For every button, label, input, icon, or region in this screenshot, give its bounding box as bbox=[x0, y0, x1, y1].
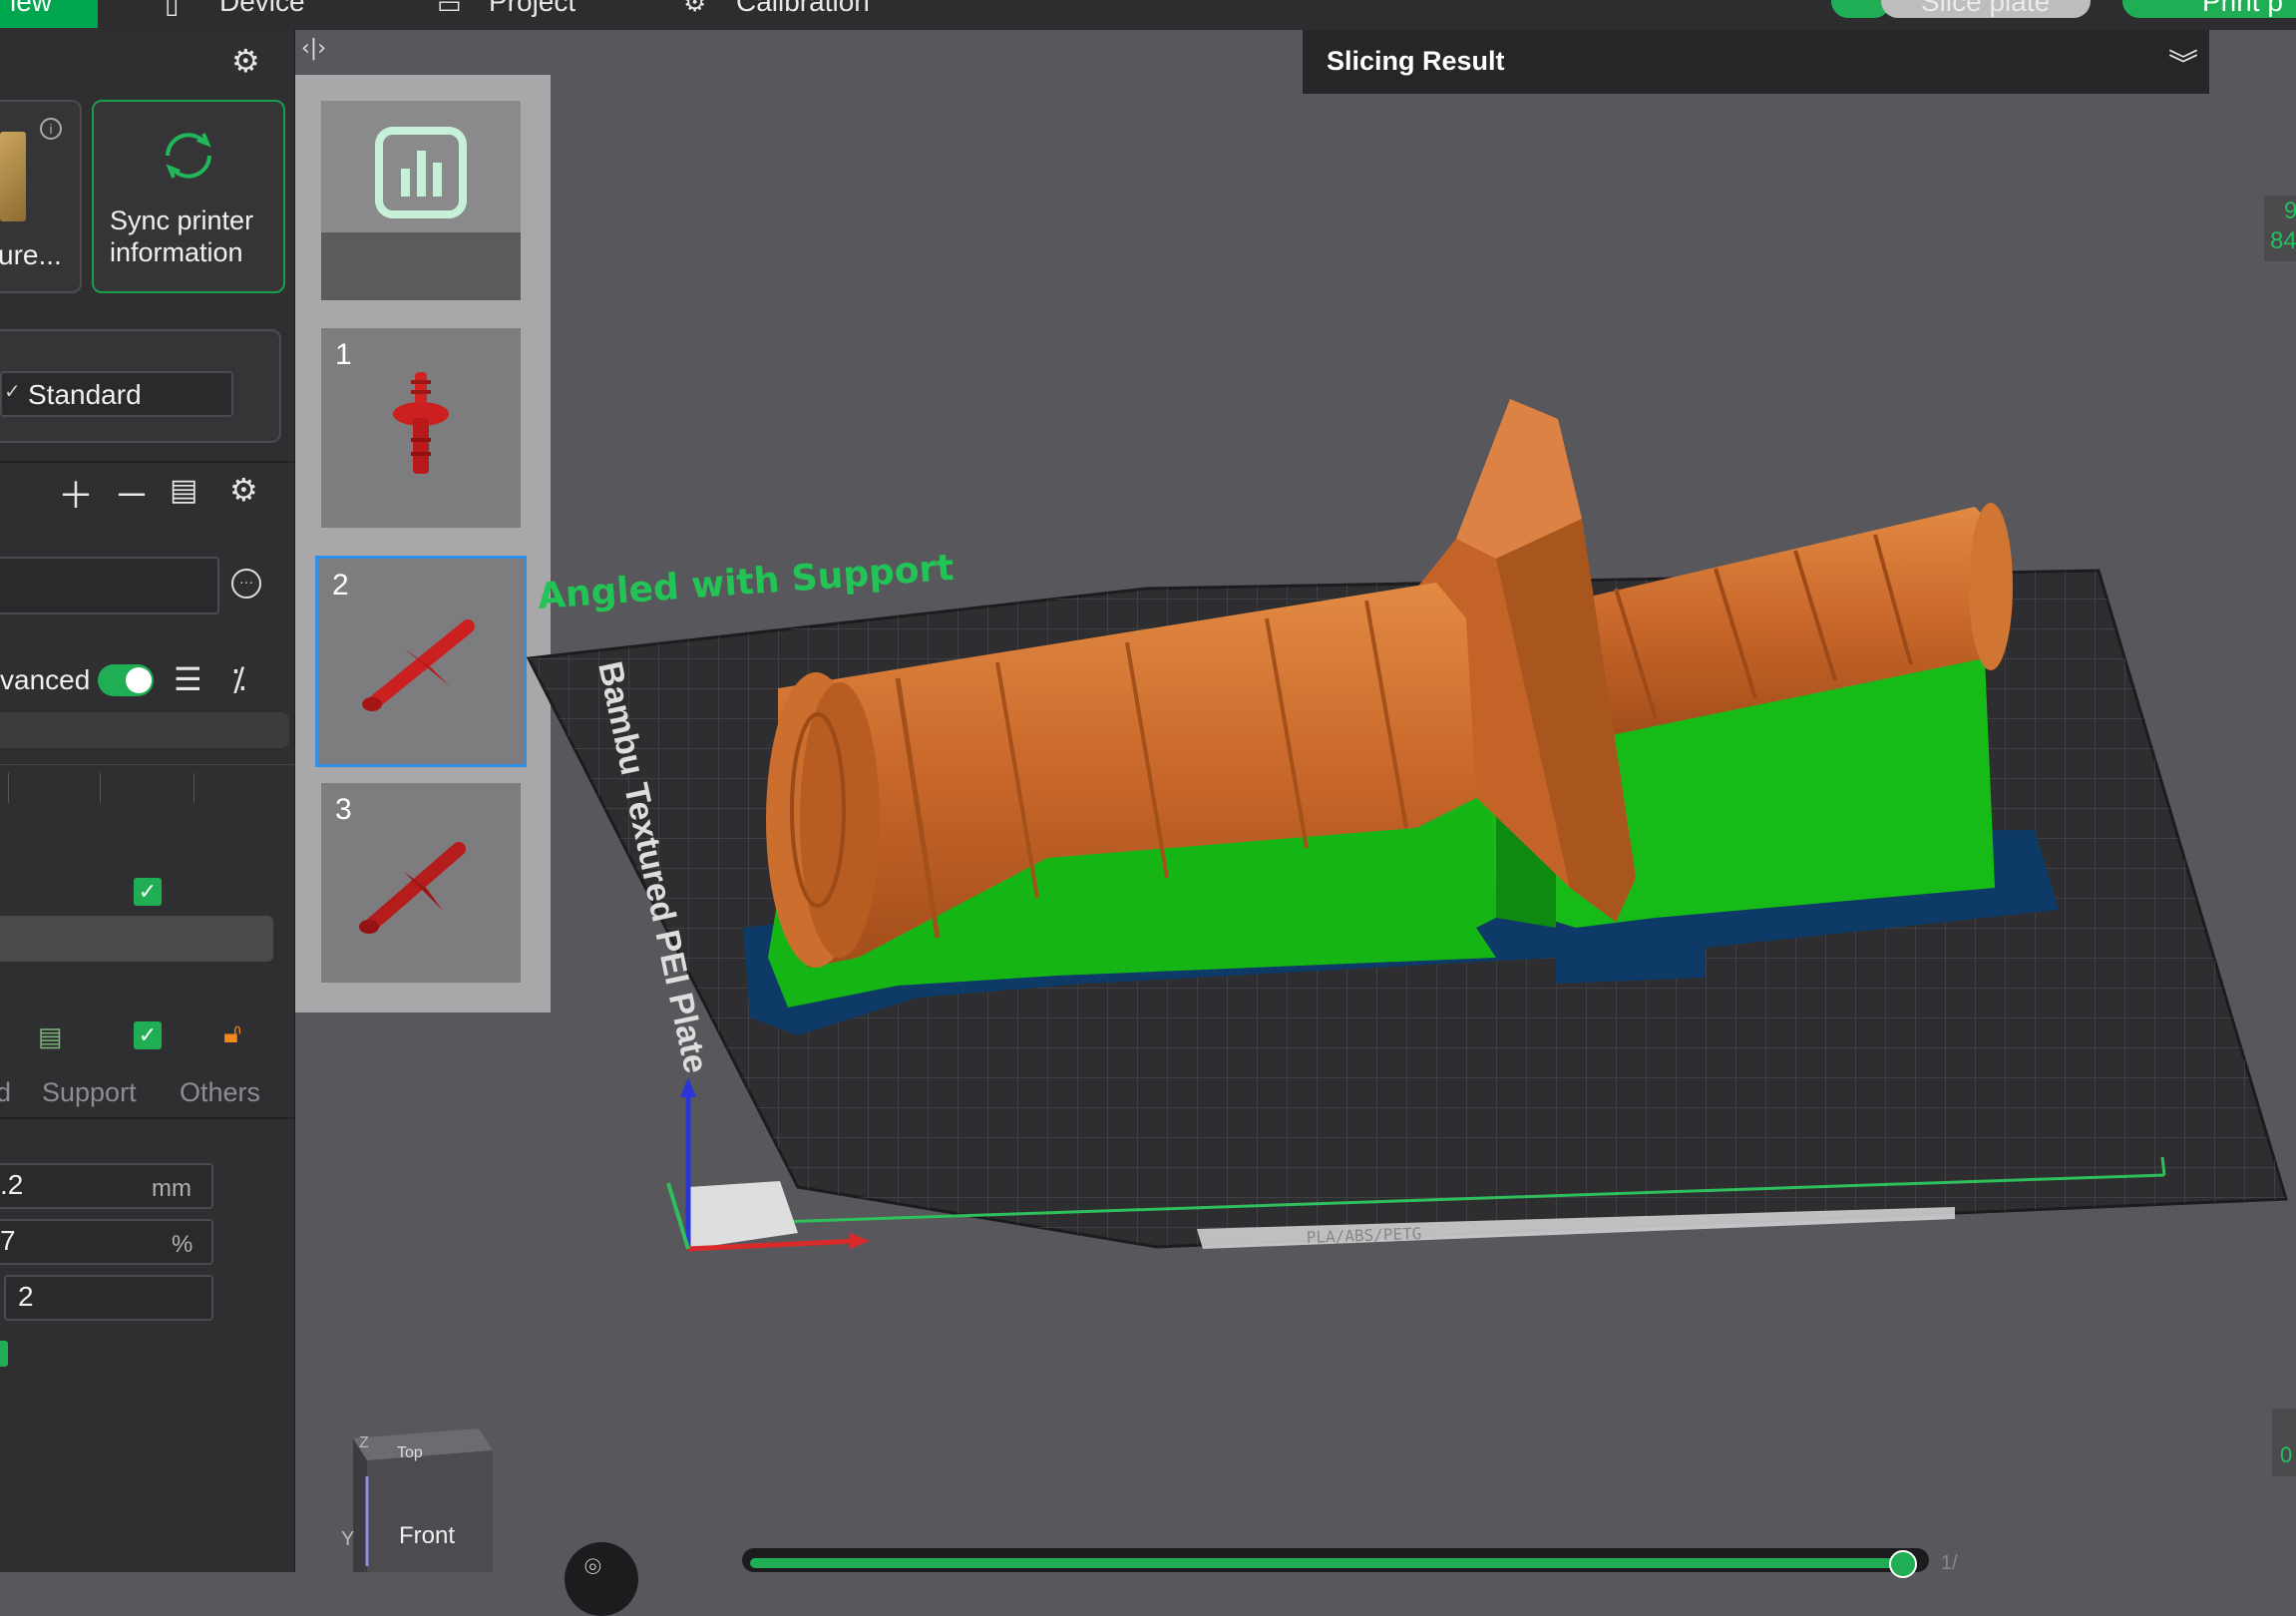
slider-thumb[interactable] bbox=[1889, 1550, 1917, 1578]
nav-cube-z-label: Z bbox=[359, 1434, 369, 1451]
nav-cube-y-label: Y bbox=[341, 1528, 355, 1550]
viewport-3d-scene[interactable]: Angled with Support Bambu Textured PEI P… bbox=[0, 0, 2296, 1572]
gcode-progress-slider[interactable] bbox=[742, 1548, 1929, 1578]
nav-cube-front-label: Front bbox=[399, 1522, 456, 1549]
object-name-label: Angled with Support bbox=[537, 548, 956, 617]
nav-cube-top-label: Top bbox=[397, 1444, 423, 1461]
plate-strip-text: PLA/ABS/PETG bbox=[1306, 1224, 1421, 1247]
slider-fill bbox=[750, 1558, 1897, 1568]
camera-icon: ⌾ bbox=[584, 1550, 601, 1583]
navigation-cube[interactable]: Top Z Front Y bbox=[341, 1426, 495, 1572]
camera-snapshot-button[interactable]: ⌾ bbox=[565, 1542, 638, 1616]
